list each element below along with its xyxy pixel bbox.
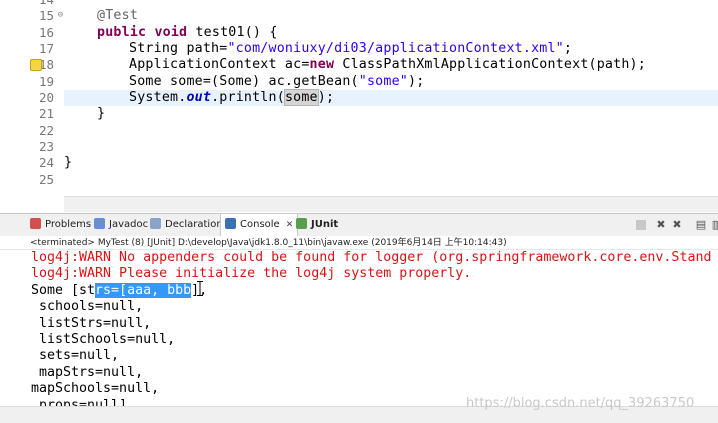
- console-icon: [225, 218, 236, 229]
- occurrence-highlight: some: [283, 89, 319, 106]
- line-number: 22: [38, 122, 54, 138]
- console-text: Some [st: [31, 282, 96, 298]
- line-number: 16: [38, 24, 54, 40]
- text-selection: rs=[aaa, bbb: [95, 282, 192, 298]
- warning-marker-icon[interactable]: [30, 59, 42, 71]
- console-output-line: sets=null,: [31, 348, 120, 364]
- code-line-24: }: [64, 155, 73, 170]
- line-number: 19: [38, 73, 54, 89]
- string-token: "com/woniuxy/di03/applicationContext.xml…: [227, 41, 564, 56]
- console-output-line: listStrs=null,: [31, 315, 152, 331]
- console-output-line: mapSchools=null,: [31, 381, 160, 397]
- console-warn-line: log4j:WARN No appenders could be found f…: [31, 250, 712, 265]
- code-text: ;: [563, 41, 573, 56]
- line-number: 21: [38, 106, 54, 121]
- tab-label: JUnit: [311, 219, 339, 230]
- declaration-icon: [150, 218, 161, 229]
- line-number: 24: [38, 155, 54, 170]
- code-line-20: System.out.println(some);: [129, 89, 335, 106]
- tab-label: Javadoc: [109, 219, 149, 230]
- tab-problems[interactable]: Problems: [30, 214, 91, 236]
- console-output-line: mapStrs=null,: [31, 364, 144, 380]
- keyword-token: public void: [97, 24, 188, 40]
- remove-launch-icon[interactable]: ✖: [654, 218, 668, 232]
- console-warn-line: log4j:WARN Please initialize the log4j s…: [31, 266, 472, 282]
- code-line-19: Some some=(Some) ac.getBean("some");: [129, 74, 424, 90]
- tab-junit[interactable]: JUnit: [296, 214, 338, 236]
- problems-icon: [30, 218, 41, 229]
- code-text: String path=: [129, 41, 228, 56]
- remove-all-terminated-icon[interactable]: ✖: [670, 218, 684, 232]
- console-output[interactable]: log4j:WARN No appenders could be found f…: [0, 250, 718, 406]
- code-text: );: [408, 73, 425, 89]
- tab-label: Declaration: [165, 219, 223, 230]
- tab-label: Problems: [45, 219, 92, 230]
- code-line-18: ApplicationContext ac=new ClassPathXmlAp…: [129, 57, 646, 73]
- tab-javadoc[interactable]: Javadoc: [94, 214, 148, 236]
- code-text: Some some=(Some) ac.getBean(: [129, 73, 359, 89]
- tab-declaration[interactable]: Declaration: [150, 214, 223, 236]
- text-cursor-icon: [197, 281, 203, 296]
- code-text: ApplicationContext ac=: [129, 57, 310, 72]
- watermark: https://blog.csdn.net/qq_39263750: [466, 396, 695, 411]
- console-output-line: schools=null,: [31, 299, 144, 315]
- line-number: 23: [38, 139, 54, 154]
- line-number: 20: [38, 90, 54, 105]
- code-text: ClassPathXmlApplicationContext(path);: [334, 57, 646, 72]
- terminate-icon[interactable]: [636, 220, 646, 230]
- code-editor[interactable]: 14 15 16 17 18 19 20 21 22 23 24 25 ⊖ @T…: [0, 0, 718, 212]
- keyword-token: new: [309, 57, 335, 72]
- code-line-16: public void test01() {: [97, 25, 278, 41]
- fold-collapse-icon[interactable]: ⊖: [56, 11, 65, 20]
- scroll-lock-icon[interactable]: ▤: [694, 218, 708, 232]
- console-output-line: listSchools=null,: [31, 332, 176, 347]
- code-text: System.: [129, 90, 187, 105]
- pin-console-icon[interactable]: ▥: [710, 218, 718, 232]
- string-token: "some": [358, 73, 408, 89]
- tab-console[interactable]: Console ✕: [220, 214, 299, 237]
- code-text: test01() {: [187, 24, 278, 40]
- close-icon[interactable]: ✕: [286, 220, 294, 230]
- line-number: 17: [38, 41, 54, 56]
- terminated-status-line: <terminated> MyTest (8) [JUnit] D:\devel…: [0, 236, 718, 250]
- console-output-line: props=null]: [31, 397, 128, 406]
- code-line-21: }: [97, 106, 106, 121]
- javadoc-icon: [94, 218, 105, 229]
- field-token: out: [186, 90, 212, 105]
- code-line-15: @Test: [97, 8, 138, 24]
- editor-horizontal-scrollbar[interactable]: [64, 196, 718, 212]
- view-tab-bar: Problems Javadoc Declaration Console ✕ JU…: [0, 213, 718, 237]
- line-number: 15: [38, 8, 54, 23]
- junit-icon: [296, 218, 307, 229]
- editor-ruler: [0, 0, 28, 212]
- code-line-17: String path="com/woniuxy/di03/applicatio…: [129, 41, 572, 57]
- code-text: .println(: [211, 90, 285, 105]
- tab-label: Console: [240, 219, 280, 230]
- annotation-token: @Test: [97, 8, 139, 23]
- code-text: );: [317, 90, 335, 105]
- line-number: 25: [38, 171, 54, 187]
- console-output-line: Some [strs=[aaa, bbb],: [31, 282, 207, 299]
